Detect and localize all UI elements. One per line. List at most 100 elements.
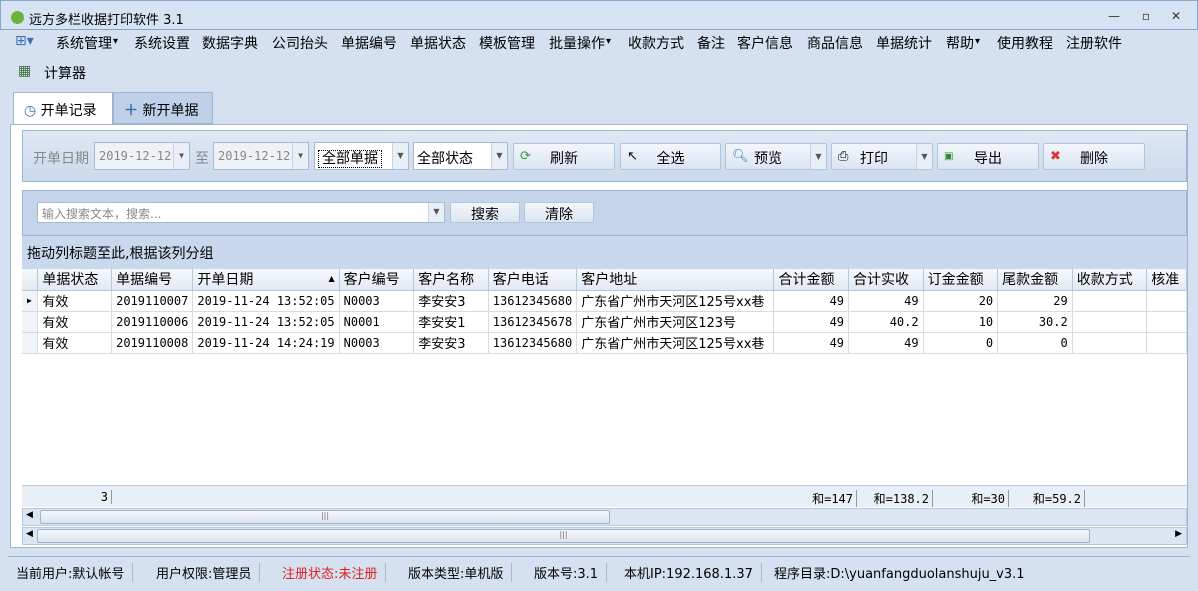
row-indicator[interactable] (22, 332, 39, 354)
table-cell[interactable] (1146, 311, 1187, 333)
scroll-left-icon[interactable]: ◀ (26, 529, 33, 539)
minimize-button[interactable]: — (1105, 9, 1123, 23)
menu-item[interactable]: 商品信息 (807, 33, 863, 53)
menu-item[interactable]: 公司抬头 (272, 33, 328, 53)
export-button[interactable]: ▣ 导出 (937, 143, 1039, 170)
column-header[interactable]: 客户名称 (413, 269, 489, 291)
date-to-picker[interactable]: 2019-12-12 ▼ (213, 142, 309, 170)
layout-menu-icon[interactable]: ⊞▾ (15, 33, 34, 49)
menu-item[interactable]: 批量操作 (549, 33, 605, 53)
restore-button[interactable]: ▫ (1137, 9, 1155, 23)
chevron-down-icon[interactable]: ▼ (292, 143, 308, 169)
preview-button[interactable]: 🔍︎ 预览 ▼ (725, 143, 827, 170)
table-cell[interactable]: N0003 (339, 290, 415, 312)
table-cell[interactable]: 2019110007 (111, 290, 194, 312)
table-cell[interactable]: 李安安3 (413, 290, 489, 312)
table-cell[interactable]: 30.2 (997, 311, 1073, 333)
select-all-button[interactable]: ↖ 全选 (620, 143, 721, 170)
menu-item[interactable]: 模板管理 (479, 33, 535, 53)
menu-item[interactable]: 使用教程 (997, 33, 1053, 53)
table-cell[interactable]: 49 (773, 311, 850, 333)
menu-item[interactable]: 单据状态 (410, 33, 466, 53)
date-from-picker[interactable]: 2019-12-12 ▼ (94, 142, 190, 170)
scroll-right-icon[interactable]: ▶ (1175, 529, 1182, 539)
print-button[interactable]: ⎙ 打印 ▼ (831, 143, 933, 170)
table-cell[interactable]: 李安安1 (413, 311, 489, 333)
column-header[interactable]: 尾款金额 (997, 269, 1073, 291)
chevron-down-icon[interactable]: ▼ (173, 143, 189, 169)
column-header[interactable]: 收款方式 (1072, 269, 1148, 291)
scrollbar-thumb[interactable]: ||| (37, 529, 1090, 543)
group-by-area[interactable]: 拖动列标题至此,根据该列分组 (22, 236, 1187, 269)
table-cell[interactable]: 0 (923, 332, 999, 354)
table-row[interactable]: ▶ 有效 2019110007 2019-11-24 13:52:05 N0003 李安安… (22, 290, 1187, 312)
chevron-down-icon[interactable]: ▼ (916, 144, 932, 169)
menu-item[interactable]: 系统管理 (56, 33, 112, 53)
table-cell[interactable]: 李安安3 (413, 332, 489, 354)
table-cell[interactable]: 10 (923, 311, 999, 333)
row-indicator[interactable]: ▶ (22, 290, 39, 312)
inner-horizontal-scrollbar[interactable]: ◀ ||| (22, 508, 1187, 526)
table-cell[interactable] (1146, 332, 1187, 354)
table-cell[interactable]: 广东省广州市天河区123号 (576, 311, 775, 333)
menu-item[interactable]: 收款方式 (628, 33, 684, 53)
scroll-left-icon[interactable]: ◀ (26, 510, 33, 520)
column-header[interactable]: 客户电话 (488, 269, 578, 291)
calculator-button[interactable]: 计算器 (44, 63, 86, 83)
table-cell[interactable]: 29 (997, 290, 1073, 312)
column-header[interactable]: 客户地址 (576, 269, 775, 291)
column-header[interactable]: 合计金额 (773, 269, 850, 291)
delete-button[interactable]: ✖ 删除 (1043, 143, 1145, 170)
column-header[interactable]: 单据编号 (111, 269, 194, 291)
close-button[interactable]: ✕ (1167, 9, 1185, 23)
table-cell[interactable]: 13612345680 (488, 332, 578, 354)
column-header[interactable]: 订金金额 (923, 269, 999, 291)
table-cell[interactable]: 有效 (37, 290, 113, 312)
table-cell[interactable]: 40.2 (848, 311, 924, 333)
search-input[interactable]: 输入搜索文本，搜索... ▼ (37, 202, 445, 223)
table-cell[interactable]: 2019110008 (111, 332, 194, 354)
chevron-down-icon[interactable]: ▼ (810, 144, 826, 169)
table-cell[interactable] (1072, 332, 1148, 354)
menu-item[interactable]: 单据统计 (876, 33, 932, 53)
chevron-down-icon[interactable]: ▼ (428, 203, 444, 222)
menu-item[interactable]: 系统设置 (134, 33, 190, 53)
table-row[interactable]: 有效 2019110008 2019-11-24 14:24:19 N0003 李安安3… (22, 332, 1187, 354)
table-cell[interactable] (1146, 290, 1187, 312)
table-cell[interactable]: 49 (773, 332, 850, 354)
column-header[interactable]: 单据状态 (37, 269, 113, 291)
calculator-icon[interactable]: ▦ (18, 63, 31, 79)
chevron-down-icon[interactable]: ▼ (491, 143, 507, 169)
scrollbar-thumb[interactable]: ||| (40, 510, 610, 524)
table-cell[interactable]: N0001 (339, 311, 415, 333)
table-cell[interactable]: 2019110006 (111, 311, 194, 333)
table-cell[interactable]: 13612345680 (488, 290, 578, 312)
menu-item[interactable]: 注册软件 (1066, 33, 1122, 53)
table-cell[interactable] (1072, 311, 1148, 333)
search-button[interactable]: 搜索 (450, 202, 520, 223)
outer-horizontal-scrollbar[interactable]: ◀ ||| ▶ (22, 527, 1187, 545)
table-cell[interactable]: 49 (848, 332, 924, 354)
tab-records[interactable]: ◷ 开单记录 (13, 92, 113, 125)
column-header[interactable]: 合计实收 (848, 269, 924, 291)
menu-item[interactable]: 客户信息 (737, 33, 793, 53)
table-cell[interactable]: 49 (773, 290, 850, 312)
column-header[interactable]: 客户编号 (339, 269, 415, 291)
table-cell[interactable]: N0003 (339, 332, 415, 354)
tab-new-bill[interactable]: ＋ 新开单据 (113, 92, 213, 124)
column-header[interactable]: 核准 (1146, 269, 1187, 291)
menu-item[interactable]: 备注 (697, 33, 725, 53)
table-cell[interactable]: 49 (848, 290, 924, 312)
clear-button[interactable]: 清除 (524, 202, 594, 223)
status-registration[interactable]: 注册状态:未注册 (282, 563, 387, 582)
table-cell[interactable]: 2019-11-24 13:52:05 (192, 290, 340, 312)
table-cell[interactable]: 2019-11-24 13:52:05 (192, 311, 340, 333)
table-cell[interactable]: 有效 (37, 332, 113, 354)
table-cell[interactable]: 20 (923, 290, 999, 312)
table-cell[interactable]: 2019-11-24 14:24:19 (192, 332, 340, 354)
menu-item[interactable]: 单据编号 (341, 33, 397, 53)
table-cell[interactable]: 广东省广州市天河区125号xx巷 (576, 290, 775, 312)
column-header[interactable]: 开单日期 ▲ (192, 269, 340, 291)
bill-type-select[interactable]: 全部单据 ▼ (314, 142, 409, 170)
table-cell[interactable]: 广东省广州市天河区125号xx巷 (576, 332, 775, 354)
